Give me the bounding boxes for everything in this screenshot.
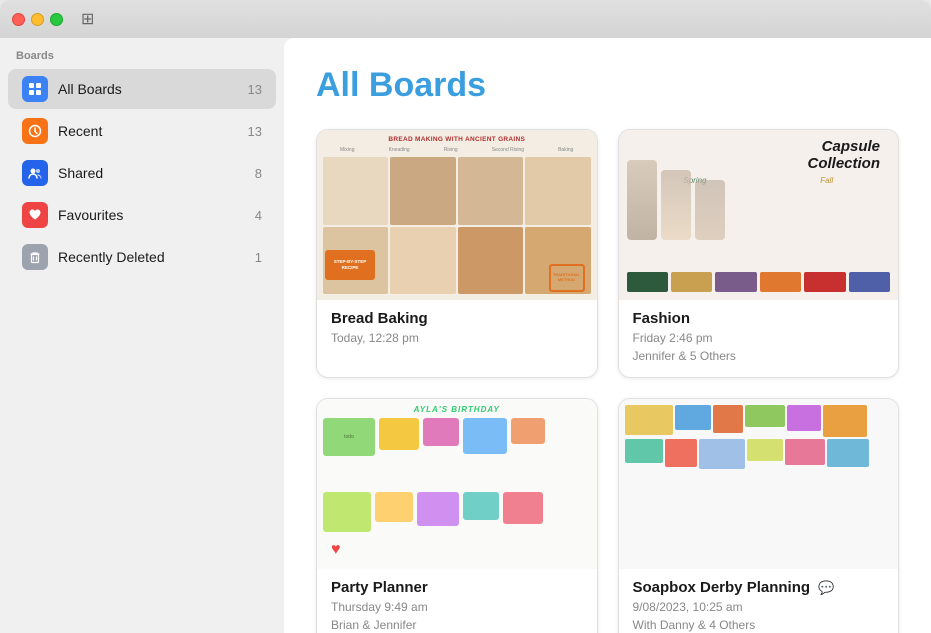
sidebar-recently-deleted-count: 1: [255, 250, 262, 265]
minimize-button[interactable]: [31, 13, 44, 26]
sidebar-all-boards-count: 13: [248, 82, 262, 97]
sidebar-all-boards-label: All Boards: [58, 81, 248, 97]
sidebar-item-recently-deleted[interactable]: Recently Deleted 1: [8, 237, 276, 277]
board-thumbnail-party-planner: AYLA'S BIRTHDAY todo: [317, 399, 597, 569]
heart-badge-party: ♥: [331, 541, 341, 559]
sidebar-item-all-boards[interactable]: All Boards 13: [8, 69, 276, 109]
sidebar-recent-count: 13: [248, 124, 262, 139]
sidebar-item-recent[interactable]: Recent 13: [8, 111, 276, 151]
board-card-fashion[interactable]: CapsuleCollection Spring Fall: [618, 129, 900, 378]
main-content: All Boards BREAD MAKING WITH ANCIENT GRA…: [284, 38, 931, 633]
board-thumbnail-soapbox-derby: [619, 399, 899, 569]
sidebar-favourites-label: Favourites: [58, 207, 255, 223]
board-card-bread-baking[interactable]: BREAD MAKING WITH ANCIENT GRAINS MixingK…: [316, 129, 598, 378]
sidebar-item-shared[interactable]: Shared 8: [8, 153, 276, 193]
recent-icon: [22, 118, 48, 144]
sidebar-toggle-button[interactable]: ⊞: [81, 9, 94, 29]
board-date-bread-baking: Today, 12:28 pm: [331, 329, 583, 347]
sidebar-recently-deleted-label: Recently Deleted: [58, 249, 255, 265]
board-card-party-planner[interactable]: AYLA'S BIRTHDAY todo: [316, 398, 598, 633]
close-button[interactable]: [12, 13, 25, 26]
board-thumbnail-bread-baking: BREAD MAKING WITH ANCIENT GRAINS MixingK…: [317, 130, 597, 300]
board-info-fashion: Fashion Friday 2:46 pm Jennifer & 5 Othe…: [619, 300, 899, 377]
board-date-party-planner: Thursday 9:49 am Brian & Jennifer: [331, 598, 583, 633]
shared-icon: [22, 160, 48, 186]
page-title: All Boards: [316, 66, 899, 105]
fullscreen-button[interactable]: [50, 13, 63, 26]
board-date-soapbox-derby: 9/08/2023, 10:25 am With Danny & 4 Other…: [633, 598, 885, 633]
sidebar-item-favourites[interactable]: Favourites 4: [8, 195, 276, 235]
board-date-fashion: Friday 2:46 pm Jennifer & 5 Others: [633, 329, 885, 365]
board-info-bread-baking: Bread Baking Today, 12:28 pm: [317, 300, 597, 359]
sidebar-favourites-count: 4: [255, 208, 262, 223]
board-info-soapbox-derby: Soapbox Derby Planning 💬 9/08/2023, 10:2…: [619, 569, 899, 633]
board-info-party-planner: Party Planner Thursday 9:49 am Brian & J…: [317, 569, 597, 633]
boards-grid: BREAD MAKING WITH ANCIENT GRAINS MixingK…: [316, 129, 899, 633]
board-thumbnail-fashion: CapsuleCollection Spring Fall: [619, 130, 899, 300]
sidebar-recent-label: Recent: [58, 123, 248, 139]
favourites-icon: [22, 202, 48, 228]
board-name-party-planner: Party Planner: [331, 579, 583, 596]
title-bar: ⊞: [0, 0, 931, 38]
board-name-bread-baking: Bread Baking: [331, 310, 583, 327]
sidebar-shared-label: Shared: [58, 165, 255, 181]
sidebar: Boards All Boards 13 Rece: [0, 38, 284, 633]
recently-deleted-icon: [22, 244, 48, 270]
sidebar-shared-count: 8: [255, 166, 262, 181]
board-name-soapbox-derby: Soapbox Derby Planning 💬: [633, 579, 885, 596]
board-card-soapbox-derby[interactable]: Soapbox Derby Planning 💬 9/08/2023, 10:2…: [618, 398, 900, 633]
bread-stamp: TRADITIONALMETHOD: [549, 264, 585, 292]
app-body: Boards All Boards 13 Rece: [0, 38, 931, 633]
traffic-lights: [12, 13, 63, 26]
bread-step-badge: STEP-BY-STEPRECIPE: [325, 250, 375, 280]
all-boards-icon: [22, 76, 48, 102]
board-name-fashion: Fashion: [633, 310, 885, 327]
sidebar-section-label: Boards: [0, 50, 284, 68]
